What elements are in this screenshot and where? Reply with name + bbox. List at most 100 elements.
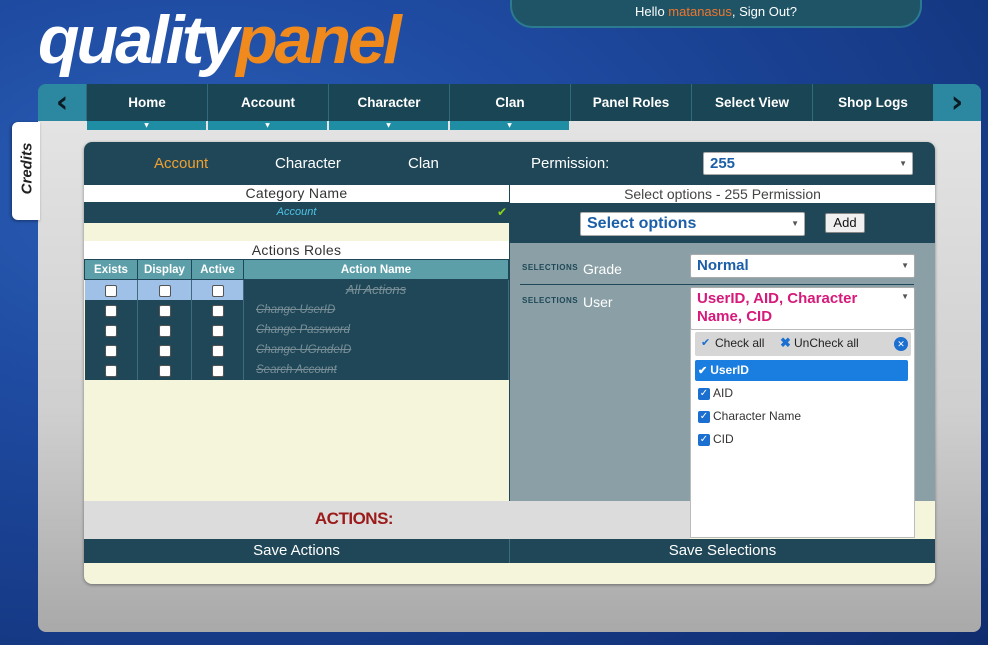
active-checkbox[interactable] <box>211 304 224 317</box>
option-aid[interactable]: ✓ AID <box>695 383 908 404</box>
exists-checkbox[interactable] <box>104 364 117 377</box>
display-checkbox[interactable] <box>158 304 171 317</box>
nav-panel-roles[interactable]: Panel Roles <box>570 84 691 121</box>
user-greeting: Hello matanasus, Sign Out? <box>510 0 922 28</box>
checkbox-checked-icon[interactable]: ✓ <box>698 433 710 446</box>
active-checkbox[interactable] <box>211 344 224 357</box>
actions-table: Exists Display Active Action Name All Ac… <box>84 259 509 380</box>
option-cid[interactable]: ✓ CID <box>695 429 908 450</box>
tab-clan[interactable]: Clan <box>408 155 439 172</box>
save-actions-button[interactable]: Save Actions <box>84 539 509 563</box>
table-row: All Actions <box>84 279 509 300</box>
sign-out-link[interactable]: , Sign Out? <box>732 4 797 19</box>
option-userid[interactable]: ✔ UserID <box>695 360 908 381</box>
select-options-dropdown[interactable]: Select options ▼ <box>580 212 805 236</box>
exists-checkbox[interactable] <box>104 324 117 337</box>
add-button[interactable]: Add <box>825 213 865 233</box>
chevron-left-icon[interactable]: ‹ <box>38 84 86 121</box>
col-active: Active <box>191 259 244 280</box>
check-icon: ✔ <box>701 337 711 349</box>
close-icon: ✖ <box>780 335 791 350</box>
option-label: CID <box>713 432 734 446</box>
permission-value: 255 <box>710 155 736 172</box>
action-name: Change Password <box>243 319 509 340</box>
display-checkbox[interactable] <box>158 344 171 357</box>
site-logo: qualitypanel <box>38 0 402 80</box>
column-divider <box>509 142 510 563</box>
select-options-placeholder: Select options <box>587 215 697 232</box>
action-name: All Actions <box>243 279 509 300</box>
table-row: Change UserID <box>84 299 509 320</box>
col-action-name: Action Name <box>243 259 509 280</box>
credits-label: Credits <box>18 142 36 195</box>
table-row: Change Password <box>84 319 509 340</box>
save-selections-button[interactable]: Save Selections <box>510 539 935 563</box>
table-row: Change UGradeID <box>84 339 509 360</box>
check-icon: ✔ <box>698 365 708 377</box>
option-label: UserID <box>710 363 749 377</box>
grade-value: Normal <box>697 257 749 274</box>
display-checkbox[interactable] <box>158 364 171 377</box>
user-select-value: UserID, AID, Character Name, CID <box>697 290 858 325</box>
exists-checkbox[interactable] <box>104 284 117 297</box>
exists-checkbox[interactable] <box>104 344 117 357</box>
greeting-hello: Hello <box>635 4 669 19</box>
clan-dropdown-icon[interactable]: ▼ <box>450 121 569 130</box>
nav-character[interactable]: Character <box>328 84 449 121</box>
tab-character[interactable]: Character <box>275 155 341 172</box>
category-row-account[interactable]: Account <box>84 202 509 223</box>
chevron-right-icon[interactable]: › <box>933 84 981 121</box>
close-icon[interactable]: ✕ <box>894 337 908 351</box>
action-name: Change UGradeID <box>243 339 509 360</box>
multiselect-header: ✔ Check all ✖ UnCheck all ✕ <box>695 332 911 356</box>
display-checkbox[interactable] <box>158 284 171 297</box>
display-checkbox[interactable] <box>158 324 171 337</box>
logo-panel: panel <box>236 2 402 78</box>
col-exists: Exists <box>84 259 138 280</box>
selections-tag: SELECTIONS <box>522 263 579 272</box>
table-row: Search Account <box>84 359 509 380</box>
home-dropdown-icon[interactable]: ▼ <box>87 121 206 130</box>
divider <box>520 284 914 285</box>
checkbox-checked-icon[interactable]: ✓ <box>698 387 710 400</box>
exists-checkbox[interactable] <box>104 304 117 317</box>
username-link[interactable]: matanasus <box>668 4 732 19</box>
user-multiselect[interactable]: UserID, AID, Character Name, CID ▼ <box>690 287 915 330</box>
uncheck-all-button[interactable]: UnCheck all <box>794 336 859 350</box>
chevron-down-icon: ▼ <box>901 292 909 301</box>
actions-roles-header: Actions Roles <box>84 241 509 259</box>
chevron-down-icon: ▼ <box>901 261 909 270</box>
grade-select[interactable]: Normal ▼ <box>690 254 915 278</box>
checkbox-checked-icon[interactable]: ✓ <box>698 410 710 423</box>
option-label: AID <box>713 386 734 400</box>
nav-home[interactable]: Home <box>86 84 207 121</box>
col-display: Display <box>137 259 192 280</box>
nav-shop-logs[interactable]: Shop Logs <box>812 84 933 121</box>
active-checkbox[interactable] <box>211 324 224 337</box>
chevron-down-icon: ▼ <box>791 219 799 228</box>
character-dropdown-icon[interactable]: ▼ <box>329 121 448 130</box>
permission-select[interactable]: 255 ▼ <box>703 152 913 175</box>
permission-label: Permission: <box>531 155 610 172</box>
tab-account[interactable]: Account <box>154 155 208 172</box>
select-options-header: Select options - 255 Permission <box>510 185 935 203</box>
actions-label: ACTIONS: <box>314 509 394 528</box>
action-name: Search Account <box>243 359 509 380</box>
active-checkbox[interactable] <box>211 284 224 297</box>
grade-label: Grade <box>583 261 622 277</box>
nav-select-view[interactable]: Select View <box>691 84 812 121</box>
option-label: Character Name <box>713 409 802 423</box>
logo-quality: quality <box>38 2 239 78</box>
option-character-name[interactable]: ✓ Character Name <box>695 406 908 427</box>
credits-tab[interactable]: Credits <box>12 122 40 220</box>
account-dropdown-icon[interactable]: ▼ <box>208 121 327 130</box>
check-icon: ✔ <box>497 205 508 219</box>
action-name: Change UserID <box>243 299 509 320</box>
nav-clan[interactable]: Clan <box>449 84 570 121</box>
check-all-button[interactable]: Check all <box>715 336 764 350</box>
nav-account[interactable]: Account <box>207 84 328 121</box>
user-label: User <box>583 294 613 310</box>
active-checkbox[interactable] <box>211 364 224 377</box>
selections-tag: SELECTIONS <box>522 296 579 305</box>
chevron-down-icon: ▼ <box>899 159 907 168</box>
